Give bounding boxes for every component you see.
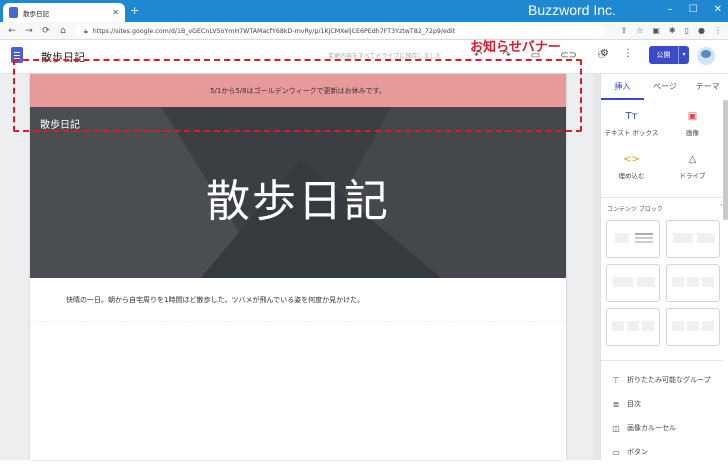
embed-icon: <> <box>623 154 640 165</box>
forward-icon[interactable]: → <box>24 26 34 36</box>
profile-icon[interactable]: ● <box>698 26 705 35</box>
banner-highlight-box <box>13 59 582 132</box>
panel-scrollbar[interactable] <box>723 100 728 220</box>
window-controls: – ☐ ✕ <box>668 4 722 15</box>
canvas-scrollbar[interactable] <box>593 74 600 460</box>
component-label: 画像カルーセル <box>627 424 676 432</box>
content-blocks-header[interactable]: コンテンツ ブロック ˄ <box>607 204 723 213</box>
content-block[interactable] <box>606 264 660 302</box>
content-blocks-grid <box>606 220 720 346</box>
component-label: ボタン <box>627 448 648 456</box>
annotation-label: お知らせバナー <box>470 40 561 55</box>
back-icon[interactable]: ← <box>7 26 17 36</box>
tab-title: 散歩日記 <box>23 9 49 18</box>
home-icon[interactable]: ⌂ <box>58 26 68 36</box>
sites-favicon-icon <box>9 7 18 18</box>
publish-button[interactable]: 公開 ▾ <box>649 46 689 64</box>
insert-item-label: ドライブ <box>679 172 706 180</box>
more-icon[interactable]: ⋮ <box>623 48 633 59</box>
maximize-icon[interactable]: ☐ <box>689 4 698 15</box>
insert-item-label: テキスト ボックス <box>604 129 659 137</box>
brand-label: Buzzword Inc. <box>528 2 616 18</box>
insert-button[interactable]: ▭ ボタン <box>601 440 723 464</box>
section-divider <box>30 321 566 322</box>
insert-image-carousel[interactable]: ◫ 画像カルーセル <box>601 416 723 440</box>
close-tab-icon[interactable]: ✕ <box>112 8 119 17</box>
insert-table-of-contents[interactable]: ≣ 目次 <box>601 392 723 416</box>
image-carousel-icon: ◫ <box>612 423 620 433</box>
avatar[interactable] <box>697 47 715 65</box>
extension-icon[interactable]: ▣ <box>652 26 660 35</box>
insert-embed[interactable]: <> 埋め込む <box>601 153 662 180</box>
page-title[interactable]: 散歩日記 <box>30 165 566 229</box>
insert-collapsible-group[interactable]: ⊤ 折りたたみ可能なグループ <box>601 368 723 392</box>
collapsible-group-icon: ⊤ <box>612 375 620 385</box>
insert-drive[interactable]: △ ドライブ <box>662 153 723 180</box>
puzzle-icon[interactable]: ✱ <box>669 26 676 35</box>
content-block[interactable] <box>666 308 720 346</box>
component-list: ⊤ 折りたたみ可能なグループ ≣ 目次 ◫ 画像カルーセル ▭ ボタン <box>601 368 723 464</box>
bookmark-star-icon[interactable]: ☆ <box>636 26 643 35</box>
panel-tabs: 挿入 ページ テーマ <box>601 74 728 100</box>
tab-themes[interactable]: テーマ <box>686 74 728 100</box>
component-label: 折りたたみ可能なグループ <box>627 376 711 384</box>
insert-item-label: 埋め込む <box>618 172 645 180</box>
browser-tab[interactable]: 散歩日記 ✕ <box>3 3 125 22</box>
body-text[interactable]: 快晴の一日。朝から自宅周りを1時間ほど散歩した。ツバメが飛んでいる姿を何度か見か… <box>66 295 364 305</box>
address-bar-row: ← → ⟳ ⌂ 🔒︎ https://sites.google.com/d/1B… <box>0 22 728 40</box>
insert-panel: 挿入 ページ テーマ Tт テキスト ボックス ▣ 画像 <> 埋め込む △ ド… <box>600 74 728 460</box>
url-text: https://sites.google.com/d/1B_vGECnLV5oY… <box>92 27 456 35</box>
chevron-down-icon[interactable]: ▾ <box>678 46 689 64</box>
insert-text-box[interactable]: Tт テキスト ボックス <box>601 110 662 137</box>
toolbar-right: ⚙ ⋮ <box>600 48 633 59</box>
tab-pages[interactable]: ページ <box>644 74 687 100</box>
table-of-contents-icon: ≣ <box>612 399 620 409</box>
reload-icon[interactable]: ⟳ <box>41 26 51 36</box>
component-label: 目次 <box>627 400 641 408</box>
insert-item-label: 画像 <box>686 129 699 137</box>
browser-menu-icon[interactable]: ⋮ <box>714 26 722 35</box>
publish-label: 公開 <box>656 51 671 59</box>
insert-items: Tт テキスト ボックス ▣ 画像 <> 埋め込む △ ドライブ <box>601 110 723 180</box>
content-blocks-label: コンテンツ ブロック <box>607 206 663 213</box>
content-block[interactable] <box>666 264 720 302</box>
button-icon: ▭ <box>612 447 620 457</box>
close-window-icon[interactable]: ✕ <box>714 4 722 15</box>
new-tab-icon[interactable]: + <box>130 5 139 16</box>
content-block[interactable] <box>666 220 720 258</box>
browser-titlebar: 散歩日記 ✕ + Buzzword Inc. – ☐ ✕ <box>0 0 728 22</box>
lock-icon: 🔒︎ <box>84 26 88 35</box>
image-icon: ▣ <box>687 111 698 122</box>
drive-icon: △ <box>688 154 697 165</box>
tab-insert[interactable]: 挿入 <box>601 74 644 100</box>
sidebar-icon[interactable]: ▯ <box>685 26 689 35</box>
minimize-icon[interactable]: – <box>668 4 673 15</box>
content-block[interactable] <box>606 220 660 258</box>
panel-divider <box>601 197 723 198</box>
content-block[interactable] <box>606 308 660 346</box>
settings-icon[interactable]: ⚙ <box>600 48 609 59</box>
insert-image[interactable]: ▣ 画像 <box>662 110 723 137</box>
text-box-icon: Tт <box>625 111 638 122</box>
header-hero[interactable]: 散歩日記 散歩日記 <box>30 107 566 278</box>
panel-divider <box>601 360 723 361</box>
share-page-icon[interactable]: ⇪ <box>620 26 627 35</box>
extension-icons: ⇪ ☆ ▣ ✱ ▯ ● ⋮ <box>620 26 722 35</box>
